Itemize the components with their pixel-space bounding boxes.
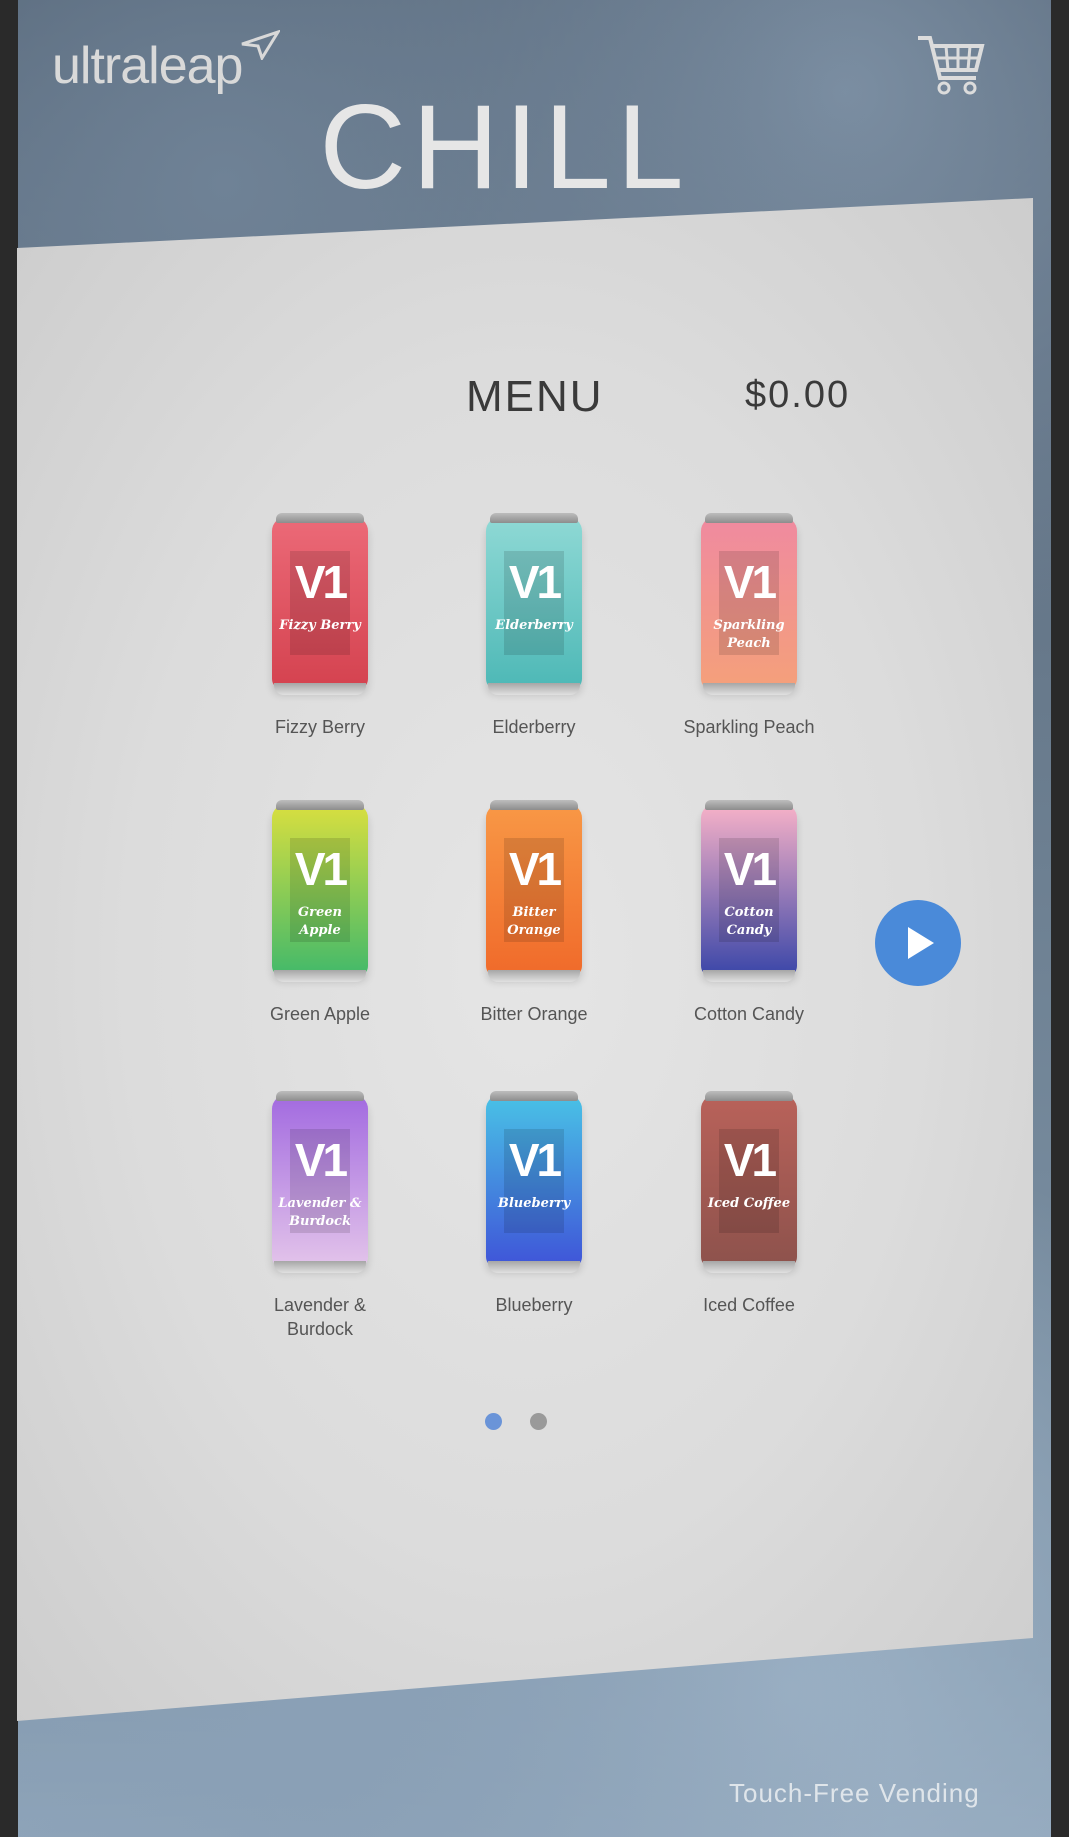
can-badge: V1 <box>508 843 562 895</box>
product-can-image: V1 Fizzy Berry <box>272 513 368 695</box>
page-dot-2[interactable] <box>530 1413 547 1430</box>
can-badge: V1 <box>723 843 777 895</box>
product-can-image: V1 Cotton Candy <box>701 800 797 982</box>
product-name: Lavender & Burdock <box>273 1295 367 1339</box>
can-flavor-text: Fizzy Berry <box>279 618 361 633</box>
product-name: Iced Coffee <box>703 1295 795 1315</box>
can-flavor-text: Lavender & Burdock <box>278 1196 362 1229</box>
can-flavor-text: Sparkling Peach <box>713 618 785 651</box>
logo-bird-icon <box>241 30 281 60</box>
product-can-image: V1 Iced Coffee <box>701 1091 797 1273</box>
product-name: Bitter Orange <box>480 1004 588 1024</box>
product-tile[interactable]: V1 Cotton Candy Cotton Candy <box>659 800 839 1026</box>
can-badge: V1 <box>723 556 777 608</box>
next-page-button[interactable] <box>875 900 961 986</box>
page-dot-1[interactable] <box>485 1413 502 1430</box>
can-flavor-text: Cotton Candy <box>724 905 774 938</box>
can-badge: V1 <box>508 1134 562 1186</box>
product-name: Elderberry <box>492 717 576 737</box>
can-flavor-text: Elderberry <box>495 618 573 633</box>
can-badge: V1 <box>294 843 348 895</box>
product-name: Blueberry <box>495 1295 573 1315</box>
can-flavor-text: Green Apple <box>298 905 342 938</box>
play-arrow-icon <box>908 927 934 959</box>
can-badge: V1 <box>294 556 348 608</box>
product-can-image: V1 Sparkling Peach <box>701 513 797 695</box>
product-name: Fizzy Berry <box>275 717 365 737</box>
product-can-image: V1 Lavender & Burdock <box>272 1091 368 1273</box>
cart-total: $0.00 <box>745 374 851 416</box>
product-name: Green Apple <box>269 1004 371 1024</box>
product-tile[interactable]: V1 Elderberry Elderberry <box>444 513 624 739</box>
can-badge: V1 <box>723 1134 777 1186</box>
product-can-image: V1 Elderberry <box>486 513 582 695</box>
can-flavor-text: Iced Coffee <box>707 1196 791 1211</box>
page-indicator <box>0 1413 1069 1433</box>
menu-heading: MENU <box>466 372 604 421</box>
can-badge: V1 <box>508 556 562 608</box>
product-can-image: V1 Blueberry <box>486 1091 582 1273</box>
product-tile[interactable]: V1 Sparkling Peach Sparkling Peach <box>659 513 839 739</box>
product-tile[interactable]: V1 Green Apple Green Apple <box>230 800 410 1026</box>
can-flavor-text: Blueberry <box>497 1196 571 1211</box>
cart-icon <box>918 36 985 95</box>
product-tile[interactable]: V1 Blueberry Blueberry <box>444 1091 624 1317</box>
product-name: Cotton Candy <box>693 1004 805 1024</box>
can-badge: V1 <box>294 1134 348 1186</box>
product-can-image: V1 Bitter Orange <box>486 800 582 982</box>
product-can-image: V1 Green Apple <box>272 800 368 982</box>
footer-tagline: Touch-Free Vending <box>729 1778 980 1808</box>
product-tile[interactable]: V1 Fizzy Berry Fizzy Berry <box>230 513 410 739</box>
product-tile[interactable]: V1 Bitter Orange Bitter Orange <box>444 800 624 1026</box>
cart-button[interactable] <box>916 34 986 98</box>
product-name: Sparkling Peach <box>683 717 815 737</box>
product-tile[interactable]: V1 Lavender & Burdock Lavender & Burdock <box>230 1091 410 1341</box>
page-title: CHILL <box>319 80 690 214</box>
can-flavor-text: Bitter Orange <box>507 905 561 938</box>
product-tile[interactable]: V1 Iced Coffee Iced Coffee <box>659 1091 839 1317</box>
